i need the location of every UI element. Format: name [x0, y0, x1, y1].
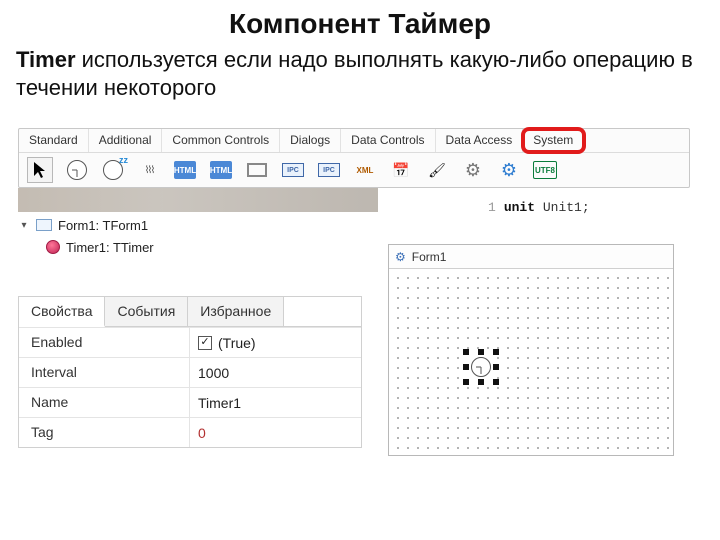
form-icon — [36, 219, 52, 231]
prop-val[interactable]: Timer1 — [190, 388, 361, 417]
palette-tab-common-controls[interactable]: Common Controls — [162, 129, 280, 152]
code-identifier: Unit1; — [543, 200, 590, 215]
xml-icon[interactable]: XML — [353, 158, 377, 182]
tab-events[interactable]: События — [105, 297, 188, 326]
prop-key: Enabled — [19, 328, 190, 357]
code-fragment: 1 unit Unit1; — [488, 200, 590, 215]
tab-properties[interactable]: Свойства — [19, 297, 105, 327]
prop-key: Tag — [19, 418, 190, 447]
prop-row-tag[interactable]: Tag 0 — [19, 417, 361, 447]
tab-favorites[interactable]: Избранное — [188, 297, 284, 326]
code-line-number: 1 — [488, 200, 496, 215]
slide-body-rest: используется если надо выполнять какую-л… — [16, 47, 693, 100]
form-designer[interactable]: Form1 — [388, 244, 674, 456]
form-caption: Form1 — [412, 250, 447, 264]
timer-component-icon — [46, 240, 60, 254]
code-keyword: unit — [504, 200, 535, 215]
inspector-tabs: Свойства События Избранное — [19, 297, 361, 327]
resize-handle[interactable] — [463, 379, 469, 385]
html-help-icon[interactable]: HTML — [173, 158, 197, 182]
resize-handle[interactable] — [463, 364, 469, 370]
palette-tab-additional[interactable]: Additional — [89, 129, 163, 152]
slide-body: Timer используется если надо выполнять к… — [0, 46, 720, 109]
html-browser-icon[interactable]: HTML — [209, 158, 233, 182]
idle-timer-icon[interactable] — [101, 158, 125, 182]
palette-tab-data-controls[interactable]: Data Controls — [341, 129, 435, 152]
clock-icon — [471, 357, 491, 377]
tree-row-form[interactable]: ▾ Form1: TForm1 — [18, 214, 298, 236]
expander-icon[interactable]: ▾ — [18, 219, 30, 231]
background-strip — [18, 188, 378, 212]
palette-tab-standard[interactable]: Standard — [19, 129, 89, 152]
checkbox-icon[interactable]: ✓ — [198, 336, 212, 350]
prop-row-enabled[interactable]: Enabled ✓ (True) — [19, 327, 361, 357]
slide-title: Компонент Таймер — [0, 0, 720, 46]
tree-label-form: Form1: TForm1 — [58, 218, 148, 233]
prop-val-text: (True) — [218, 335, 256, 351]
paintbox-icon[interactable] — [425, 158, 449, 182]
palette-tab-strip: Standard Additional Common Controls Dial… — [19, 129, 689, 153]
resize-handle[interactable] — [493, 349, 499, 355]
utf8-icon[interactable]: UTF8 — [533, 158, 557, 182]
resize-handle[interactable] — [478, 379, 484, 385]
settings-icon[interactable] — [497, 158, 521, 182]
prop-row-interval[interactable]: Interval 1000 — [19, 357, 361, 387]
resize-handle[interactable] — [493, 364, 499, 370]
tree-row-timer[interactable]: Timer1: TTimer — [18, 236, 298, 258]
prop-key: Name — [19, 388, 190, 417]
palette-tab-data-access[interactable]: Data Access — [436, 129, 524, 152]
resize-handle[interactable] — [478, 349, 484, 355]
form-header-icon — [395, 250, 406, 264]
ipc-client-icon[interactable]: IPC — [281, 158, 305, 182]
prop-val[interactable]: 0 — [190, 418, 361, 447]
panel-icon[interactable] — [245, 158, 269, 182]
form-designer-header: Form1 — [389, 245, 673, 269]
designer-grid[interactable] — [389, 269, 673, 455]
ide-screenshot: Standard Additional Common Controls Dial… — [18, 128, 690, 468]
palette-tab-dialogs[interactable]: Dialogs — [280, 129, 341, 152]
palette-tab-system[interactable]: System — [523, 129, 584, 152]
selection-tool-icon[interactable] — [27, 157, 53, 183]
tree-label-timer: Timer1: TTimer — [66, 240, 154, 255]
component-palette: Standard Additional Common Controls Dial… — [18, 128, 690, 188]
prop-key: Interval — [19, 358, 190, 387]
prop-val[interactable]: ✓ (True) — [190, 328, 361, 357]
service-icon[interactable] — [461, 158, 485, 182]
ipc-server-icon[interactable]: IPC — [317, 158, 341, 182]
slide-body-bold: Timer — [16, 47, 76, 72]
prop-val[interactable]: 1000 — [190, 358, 361, 387]
datetime-icon[interactable] — [389, 158, 413, 182]
palette-icon-row: HTML HTML IPC IPC XML UTF8 — [19, 153, 689, 187]
object-inspector: Свойства События Избранное Enabled ✓ (Tr… — [18, 296, 362, 448]
timer-component-on-form[interactable] — [467, 353, 495, 381]
prop-row-name[interactable]: Name Timer1 — [19, 387, 361, 417]
process-icon[interactable] — [137, 158, 161, 182]
timer-icon[interactable] — [65, 158, 89, 182]
resize-handle[interactable] — [463, 349, 469, 355]
object-tree: ▾ Form1: TForm1 Timer1: TTimer — [18, 214, 298, 258]
resize-handle[interactable] — [493, 379, 499, 385]
